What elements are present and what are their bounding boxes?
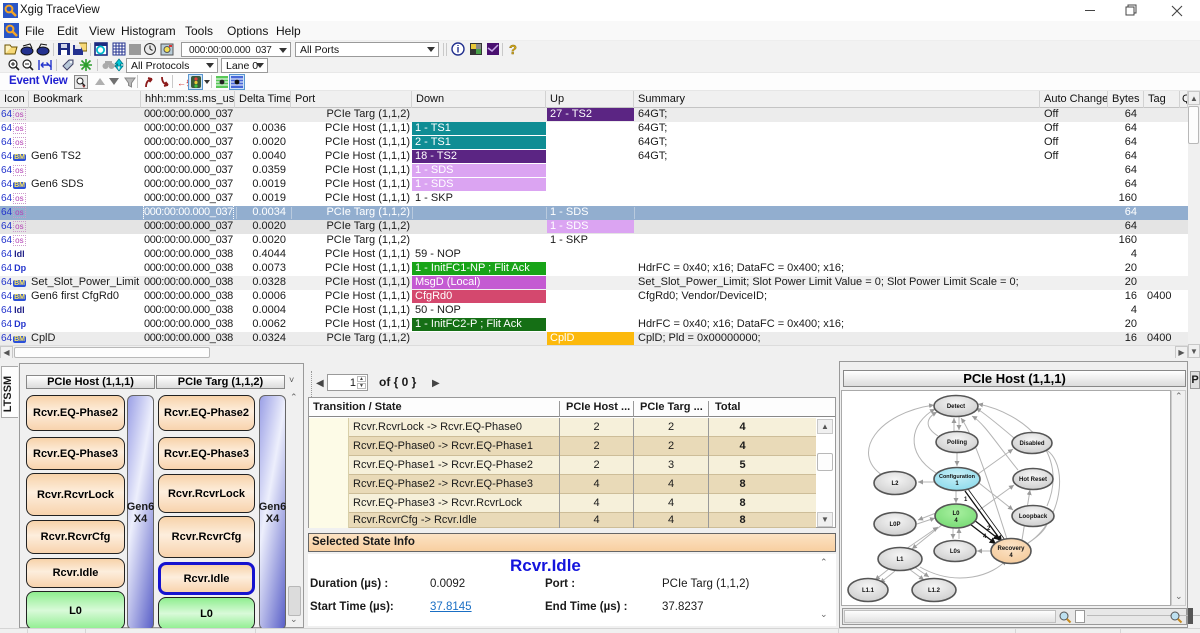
svg-text:i: i bbox=[457, 45, 460, 56]
svg-text:L2: L2 bbox=[891, 481, 899, 487]
svg-text:1: 1 bbox=[964, 497, 968, 503]
svg-text:Recovery: Recovery bbox=[997, 546, 1025, 552]
svg-text:Hot Reset: Hot Reset bbox=[1019, 477, 1047, 483]
svg-text:L1: L1 bbox=[896, 557, 904, 563]
svg-text:L0s: L0s bbox=[950, 549, 961, 555]
svg-text:L1.1: L1.1 bbox=[862, 588, 875, 594]
svg-text:L1.2: L1.2 bbox=[928, 588, 941, 594]
svg-text:?: ? bbox=[509, 42, 517, 56]
svg-text:Loopback: Loopback bbox=[1019, 514, 1048, 520]
svg-text:Configuration: Configuration bbox=[939, 474, 976, 480]
svg-text:Disabled: Disabled bbox=[1019, 441, 1044, 447]
svg-text:L0: L0 bbox=[952, 511, 960, 517]
svg-text:Detect: Detect bbox=[947, 404, 965, 410]
svg-text:L0P: L0P bbox=[889, 522, 900, 528]
svg-text:Polling: Polling bbox=[947, 440, 967, 446]
